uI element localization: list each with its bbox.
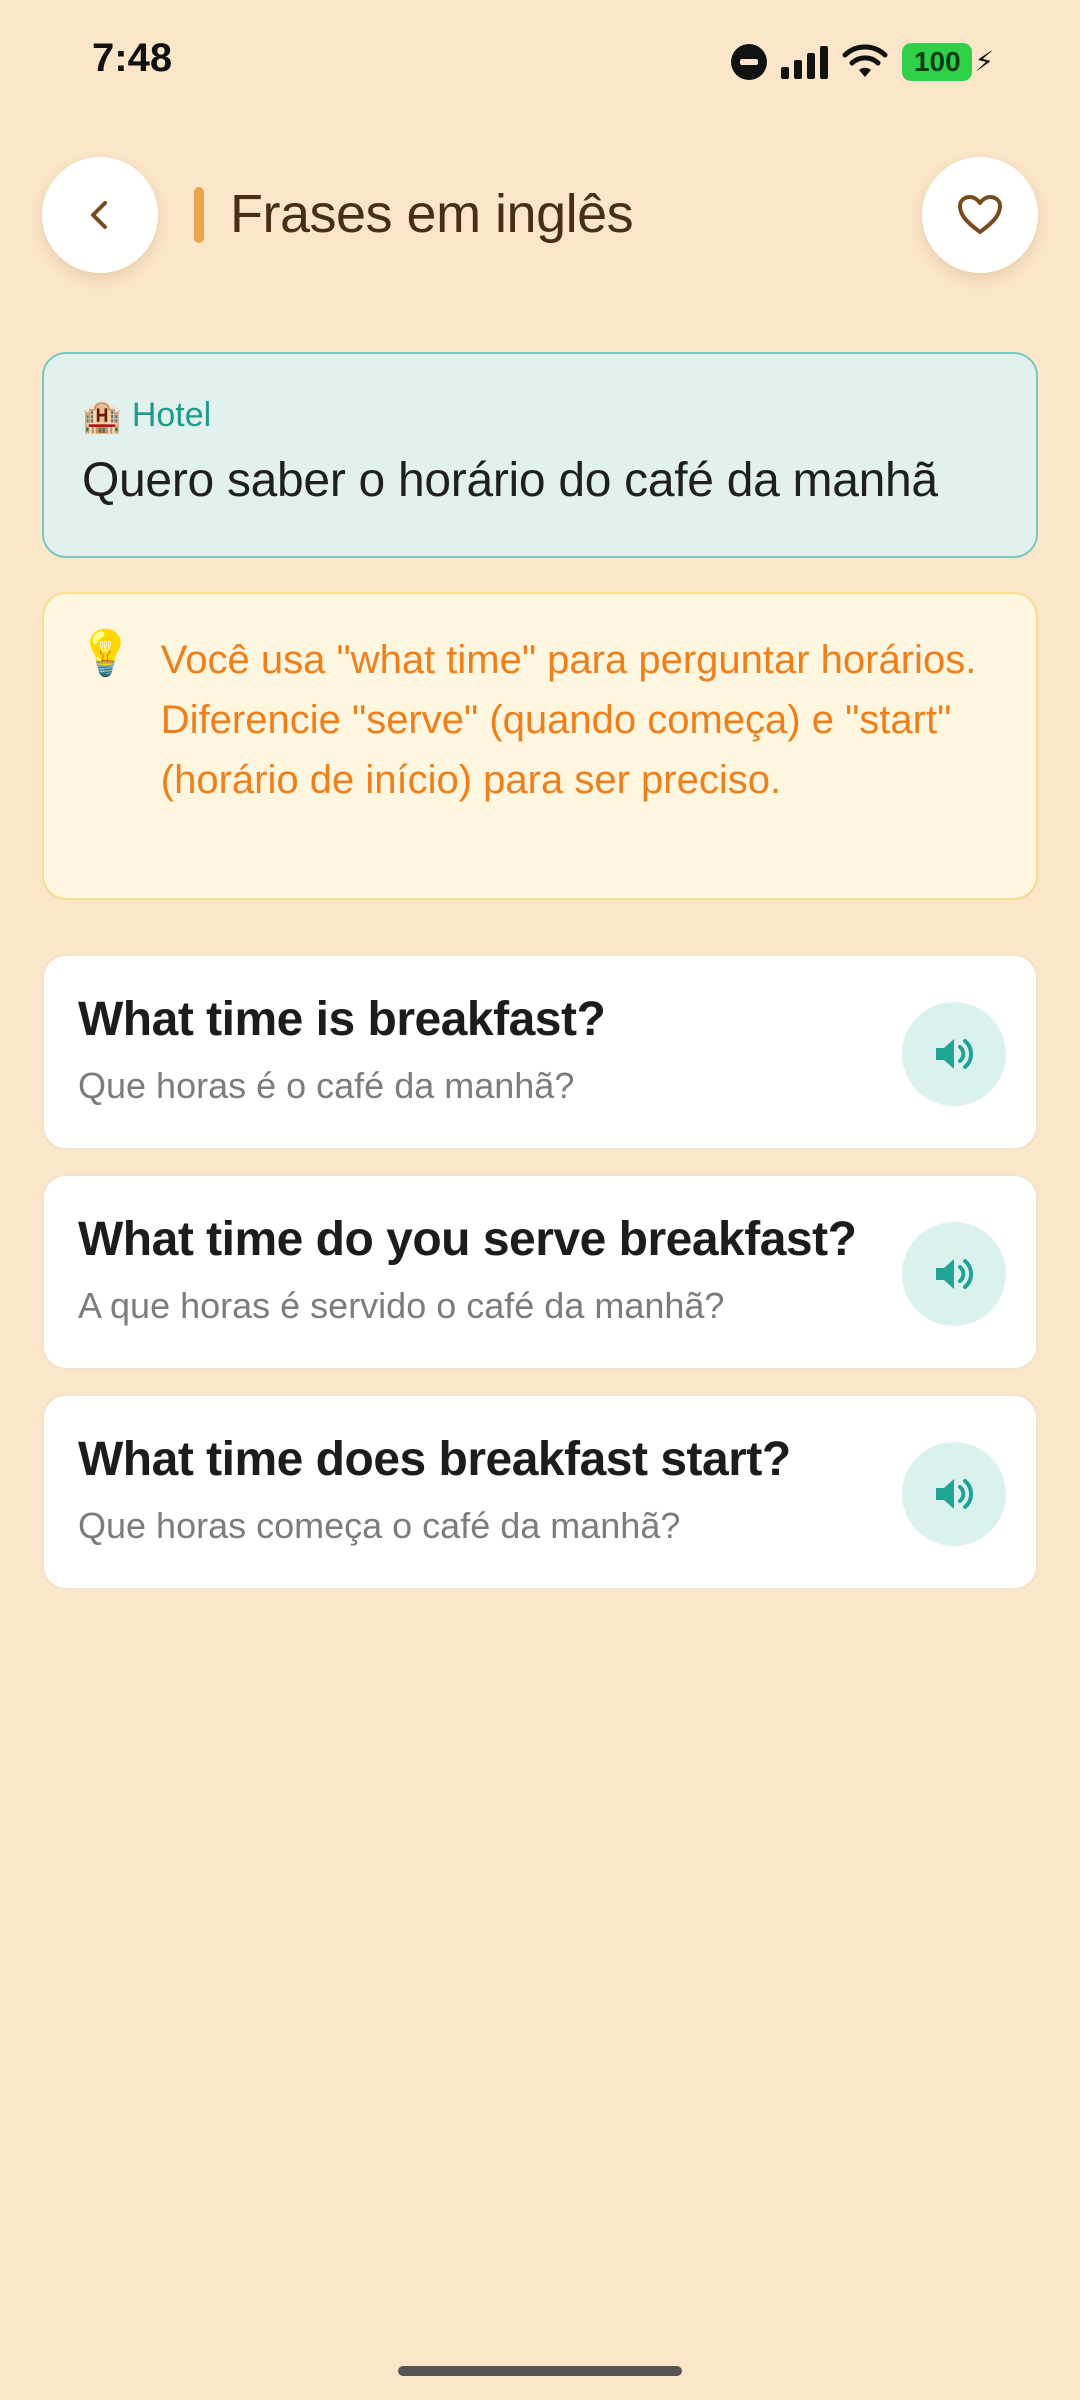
play-audio-button[interactable]: [902, 1442, 1006, 1546]
favorite-button[interactable]: [922, 157, 1038, 273]
phrase-card[interactable]: What time is breakfast? Que horas é o ca…: [42, 954, 1038, 1150]
context-category-label: Hotel: [131, 396, 212, 434]
status-bar: 7:48 100 ⚡: [0, 0, 1080, 120]
speaker-icon: [936, 1039, 973, 1069]
tip-card: 💡 Você usa "what time" para perguntar ho…: [42, 592, 1038, 900]
title-accent-bar: [194, 187, 204, 243]
phrase-card[interactable]: What time does breakfast start? Que hora…: [42, 1394, 1038, 1590]
home-indicator[interactable]: [398, 2366, 682, 2376]
charging-bolt-icon: ⚡: [974, 46, 994, 77]
context-category: 🏨 Hotel: [82, 396, 998, 435]
chevron-left-icon: [91, 201, 107, 229]
play-audio-button[interactable]: [902, 1222, 1006, 1326]
wifi-icon: [842, 44, 888, 77]
heart-outline-icon: [958, 195, 1002, 234]
do-not-disturb-icon: [731, 44, 768, 80]
speaker-icon: [936, 1259, 973, 1289]
phrase-card[interactable]: What time do you serve breakfast? A que …: [42, 1174, 1038, 1370]
status-icons: 100 ⚡: [731, 40, 994, 84]
battery-icon: 100 ⚡: [902, 43, 994, 81]
phrase-translation: Que horas começa o café da manhã?: [78, 1505, 681, 1546]
phrase-list: What time is breakfast? Que horas é o ca…: [42, 954, 1038, 1614]
phrase-english: What time does breakfast start?: [78, 1433, 791, 1486]
page-title: Frases em inglês: [230, 184, 634, 244]
phrase-english: What time is breakfast?: [78, 993, 606, 1046]
battery-level: 100: [902, 43, 973, 81]
context-sentence: Quero saber o horário do café da manhã: [82, 454, 938, 507]
signal-icon: [781, 45, 829, 79]
tip-text: Você usa "what time" para perguntar horá…: [160, 638, 977, 802]
hotel-icon: 🏨: [82, 397, 122, 434]
play-audio-button[interactable]: [902, 1002, 1006, 1106]
status-time: 7:48: [92, 36, 173, 80]
phrase-english: What time do you serve breakfast?: [78, 1213, 857, 1266]
speaker-icon: [936, 1479, 973, 1509]
phrase-translation: Que horas é o café da manhã?: [78, 1065, 575, 1106]
context-card: 🏨 Hotel Quero saber o horário do café da…: [42, 352, 1038, 558]
header: Frases em inglês: [42, 157, 1038, 273]
back-button[interactable]: [42, 157, 158, 273]
lightbulb-icon: 💡: [78, 629, 133, 678]
phrase-translation: A que horas é servido o café da manhã?: [78, 1285, 725, 1326]
